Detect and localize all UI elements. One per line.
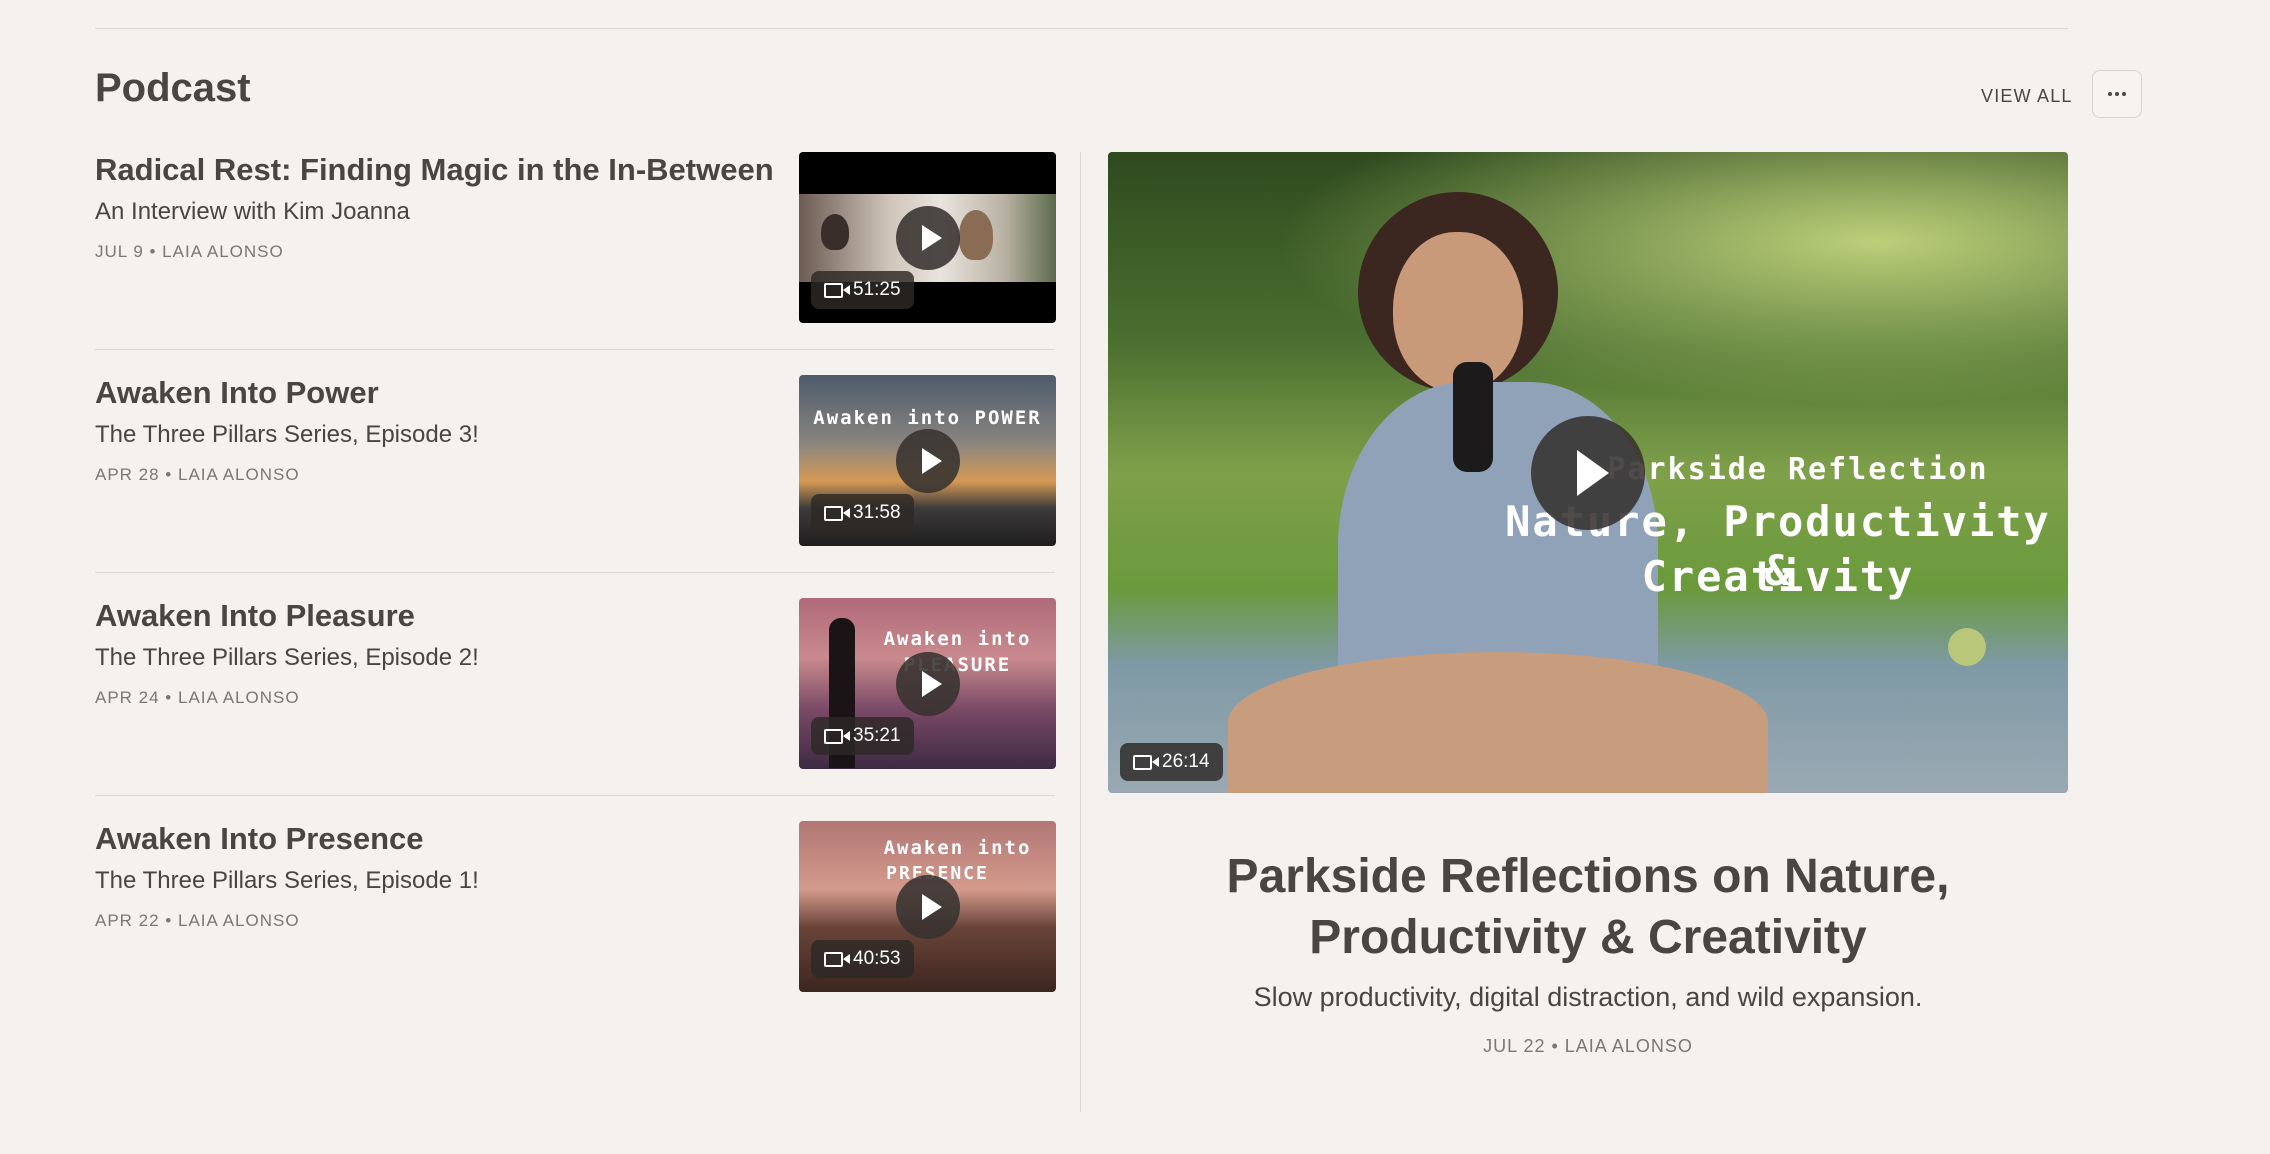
play-icon[interactable]: [895, 428, 960, 493]
podcast-post[interactable]: Awaken Into Power The Three Pillars Seri…: [95, 375, 1056, 547]
post-meta: APR 22 • LAIA ALONSO: [95, 911, 300, 930]
post-subtitle: The Three Pillars Series, Episode 3!: [95, 421, 479, 448]
featured-overlay-text: Creativity: [1641, 552, 1915, 601]
duration-badge: 51:25: [811, 271, 914, 309]
top-divider: [95, 28, 2068, 29]
post-title[interactable]: Awaken Into Presence: [95, 821, 424, 857]
featured-meta: JUL 22 • LAIA ALONSO: [1483, 1036, 1693, 1056]
video-thumbnail[interactable]: Awaken into PRESENCE 40:53: [799, 821, 1056, 992]
post-meta: APR 24 • LAIA ALONSO: [95, 688, 300, 707]
post-title[interactable]: Awaken Into Pleasure: [95, 598, 415, 634]
podcast-post[interactable]: Radical Rest: Finding Magic in the In-Be…: [95, 152, 1056, 324]
ellipsis-icon: [2108, 92, 2126, 96]
column-divider: [1080, 152, 1081, 1112]
post-subtitle: The Three Pillars Series, Episode 2!: [95, 644, 479, 671]
thumbnail-text: Awaken into POWER: [813, 407, 1042, 429]
post-divider: [95, 572, 1055, 573]
duration-text: 26:14: [1162, 751, 1210, 772]
thumbnail-text: Awaken into: [883, 628, 1032, 650]
video-camera-icon: [1133, 754, 1159, 770]
duration-text: 40:53: [853, 948, 901, 969]
post-title[interactable]: Radical Rest: Finding Magic in the In-Be…: [95, 152, 774, 188]
duration-text: 35:21: [853, 725, 901, 746]
featured-video-thumbnail[interactable]: Parkside Reflection Nature, Productivity…: [1108, 152, 2068, 793]
smiley-logo: [1948, 628, 1986, 666]
duration-badge: 26:14: [1120, 743, 1223, 781]
podcast-post[interactable]: Awaken Into Presence The Three Pillars S…: [95, 821, 1056, 993]
featured-title[interactable]: Parkside Reflections on Nature, Producti…: [1108, 846, 2068, 968]
video-camera-icon: [824, 951, 850, 967]
play-icon[interactable]: [895, 651, 960, 716]
play-icon[interactable]: [1531, 415, 1645, 530]
post-title[interactable]: Awaken Into Power: [95, 375, 379, 411]
video-thumbnail[interactable]: Awaken into PLEASURE 35:21: [799, 598, 1056, 769]
video-thumbnail[interactable]: 51:25: [799, 152, 1056, 323]
post-meta: JUL 9 • LAIA ALONSO: [95, 242, 284, 261]
video-camera-icon: [824, 728, 850, 744]
duration-text: 31:58: [853, 502, 901, 523]
post-meta: APR 28 • LAIA ALONSO: [95, 465, 300, 484]
video-camera-icon: [824, 282, 850, 298]
play-icon[interactable]: [895, 874, 960, 939]
duration-text: 51:25: [853, 279, 901, 300]
view-all-link[interactable]: VIEW ALL: [1981, 86, 2073, 107]
duration-badge: 40:53: [811, 940, 914, 978]
post-subtitle: The Three Pillars Series, Episode 1!: [95, 867, 479, 894]
featured-subtitle: Slow productivity, digital distraction, …: [1253, 982, 1923, 1012]
post-divider: [95, 795, 1055, 796]
podcast-post[interactable]: Awaken Into Pleasure The Three Pillars S…: [95, 598, 1056, 770]
section-title: Podcast: [95, 66, 251, 110]
duration-badge: 31:58: [811, 494, 914, 532]
thumbnail-text: Awaken into: [883, 837, 1032, 859]
post-divider: [95, 349, 1055, 350]
play-icon[interactable]: [895, 205, 960, 270]
more-options-button[interactable]: [2092, 70, 2142, 118]
video-thumbnail[interactable]: Awaken into POWER 31:58: [799, 375, 1056, 546]
post-subtitle: An Interview with Kim Joanna: [95, 198, 410, 225]
video-camera-icon: [824, 505, 850, 521]
duration-badge: 35:21: [811, 717, 914, 755]
